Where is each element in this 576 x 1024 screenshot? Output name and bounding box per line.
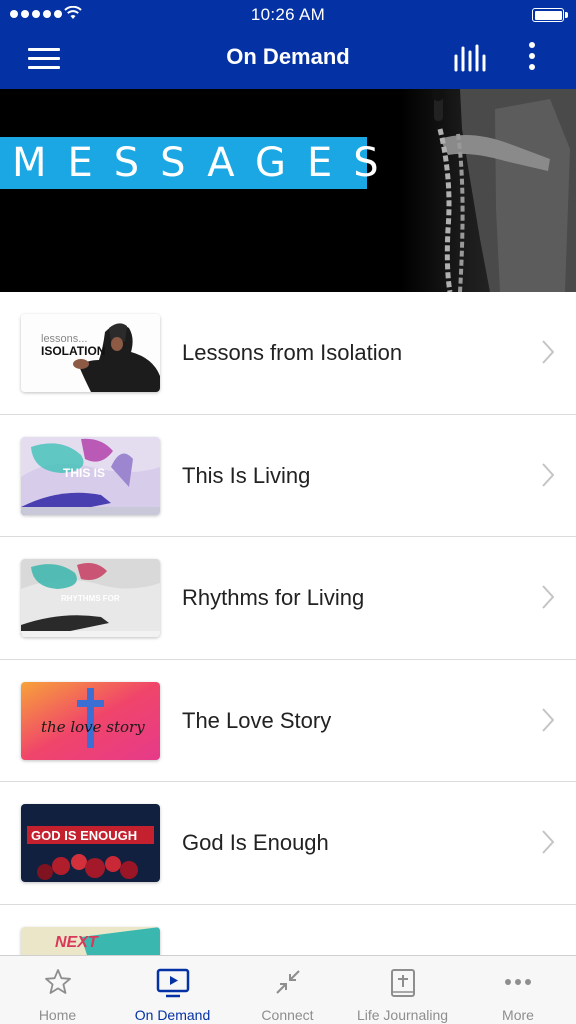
- chevron-right-icon: [542, 707, 554, 732]
- chevron-right-icon: [542, 462, 554, 487]
- tab-label: Life Journaling: [356, 1007, 449, 1023]
- series-title: Lessons from Isolation: [182, 340, 403, 365]
- bible-icon: [390, 969, 415, 997]
- series-title: Rhythms for Living: [182, 585, 365, 610]
- star-icon: [44, 969, 71, 994]
- list-item[interactable]: GOD IS ENOUGH God Is Enough: [0, 782, 576, 905]
- tab-label: On Demand: [134, 1007, 211, 1023]
- page-title: On Demand: [226, 44, 350, 69]
- top-bar: 10:26 AM On Demand: [0, 0, 576, 89]
- message-series-list: lessons... ISOLATION Lessons from Isolat…: [0, 292, 576, 1024]
- thumb-text: GOD IS ENOUGH: [31, 828, 137, 843]
- tab-label: More: [502, 1007, 534, 1023]
- list-item[interactable]: THIS IS This Is Living: [0, 415, 576, 537]
- chevron-right-icon: [542, 340, 554, 364]
- messages-banner: MESSAGES: [0, 89, 576, 292]
- tab-label: Connect: [261, 1007, 314, 1023]
- tab-life-journaling[interactable]: Life Journaling: [345, 956, 460, 1024]
- banner-label: MESSAGES: [0, 137, 379, 189]
- tab-connect[interactable]: Connect: [230, 956, 345, 1024]
- live-audio-button[interactable]: [452, 44, 488, 72]
- series-thumbnail: RHYTHMS FOR: [21, 559, 160, 637]
- list-item[interactable]: the love story The Love Story: [0, 660, 576, 782]
- ellipsis-icon: [505, 979, 531, 985]
- arrows-in-icon: [275, 970, 300, 994]
- series-thumbnail: GOD IS ENOUGH: [21, 804, 160, 882]
- status-bar: 10:26 AM: [0, 0, 576, 30]
- series-title: God Is Enough: [182, 830, 329, 855]
- series-thumbnail: lessons... ISOLATION: [21, 314, 160, 392]
- thumb-text: NEXT: [55, 934, 99, 951]
- series-title: The Love Story: [182, 707, 332, 733]
- tab-home[interactable]: Home: [0, 956, 115, 1024]
- tab-on-demand[interactable]: On Demand: [115, 956, 230, 1024]
- more-options-button[interactable]: [520, 42, 544, 74]
- thumb-text: the love story: [41, 718, 145, 736]
- list-item[interactable]: RHYTHMS FOR Rhythms for Living: [0, 537, 576, 660]
- series-thumbnail: THIS IS: [21, 436, 160, 515]
- list-item[interactable]: lessons... ISOLATION Lessons from Isolat…: [0, 292, 576, 415]
- chevron-right-icon: [542, 585, 554, 609]
- thumb-text: ISOLATION: [41, 344, 105, 358]
- series-thumbnail: the love story: [21, 681, 160, 760]
- status-time: 10:26 AM: [250, 5, 326, 24]
- tab-bar: Home On Demand Connect Life Journaling M…: [0, 955, 576, 1024]
- banner-photo: [400, 89, 576, 292]
- tab-label: Home: [38, 1007, 77, 1023]
- chevron-right-icon: [542, 830, 554, 854]
- battery-icon: [532, 8, 568, 22]
- thumb-text: RHYTHMS FOR: [61, 594, 120, 603]
- series-title: This Is Living: [182, 462, 311, 488]
- thumb-text: THIS IS: [63, 466, 105, 480]
- tab-more[interactable]: More: [460, 956, 576, 1024]
- tv-play-icon: [156, 968, 189, 998]
